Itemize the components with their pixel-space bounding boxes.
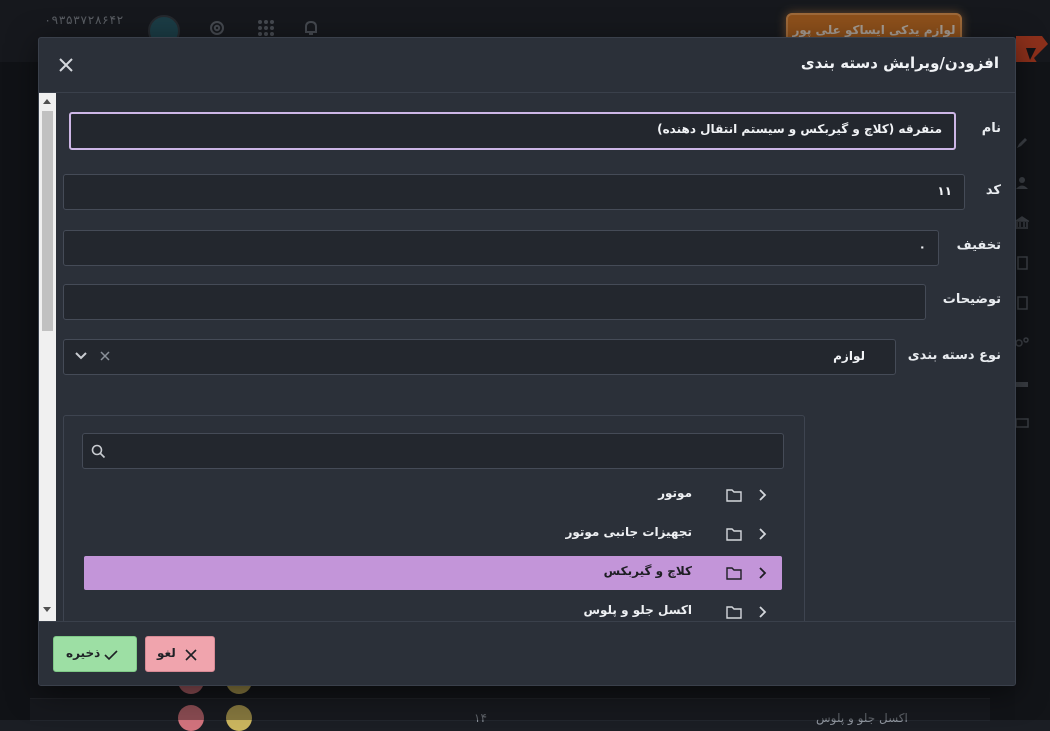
tree-item-label: اکسل جلو و پلوس [583,603,692,617]
clear-icon[interactable] [99,350,111,362]
scroll-down-arrow[interactable] [43,607,51,612]
check-icon [104,650,118,661]
save-button-label: ذخیره [66,646,101,660]
folder-icon [726,567,742,580]
folder-icon [726,528,742,541]
code-label: کد [985,183,1001,198]
modal-scrollbar[interactable] [39,93,56,621]
tree-search-input[interactable] [82,433,784,469]
category-type-select[interactable]: لوازم [63,339,896,375]
modal-footer: ذخیره لغو [39,621,1015,685]
folder-icon [726,489,742,502]
modal-header: افزودن/ویرایش دسته بندی [39,38,1015,93]
tree-item-selected[interactable]: کلاچ و گیربکس [84,556,782,590]
save-button[interactable]: ذخیره [53,636,137,672]
scroll-thumb[interactable] [42,111,53,331]
scroll-up-arrow[interactable] [43,99,51,104]
cancel-button-label: لغو [157,646,176,660]
close-icon [185,649,197,661]
tree-item-label: کلاچ و گیربکس [603,564,692,578]
category-modal: افزودن/ویرایش دسته بندی نام متفرقه (کلاچ… [38,37,1016,686]
chevron-right-icon[interactable] [756,566,768,580]
description-label: توضیحات [942,292,1001,307]
code-input[interactable]: ۱۱ [63,174,965,210]
discount-label: تخفیف [956,238,1001,253]
close-icon[interactable] [57,56,75,74]
category-type-value: لوازم [833,349,865,363]
category-type-label: نوع دسته بندی [907,348,1001,363]
description-input[interactable] [63,284,926,320]
chevron-right-icon[interactable] [756,527,768,541]
chevron-right-icon[interactable] [756,488,768,502]
discount-input[interactable]: ۰ [63,230,939,266]
search-icon [91,444,106,459]
tree-item[interactable]: تجهیزات جانبی موتور [84,517,782,551]
name-input[interactable]: متفرقه (کلاچ و گیربکس و سیستم انتقال دهن… [69,112,956,150]
chevron-down-icon[interactable] [74,349,88,363]
tree-item-label: موتور [658,486,692,500]
cancel-button[interactable]: لغو [145,636,215,672]
folder-icon [726,606,742,619]
tree-item-label: تجهیزات جانبی موتور [565,525,692,539]
tree-item[interactable]: موتور [84,478,782,512]
name-label: نام [981,121,1001,136]
chevron-right-icon[interactable] [756,605,768,619]
modal-title: افزودن/ویرایش دسته بندی [800,54,999,72]
